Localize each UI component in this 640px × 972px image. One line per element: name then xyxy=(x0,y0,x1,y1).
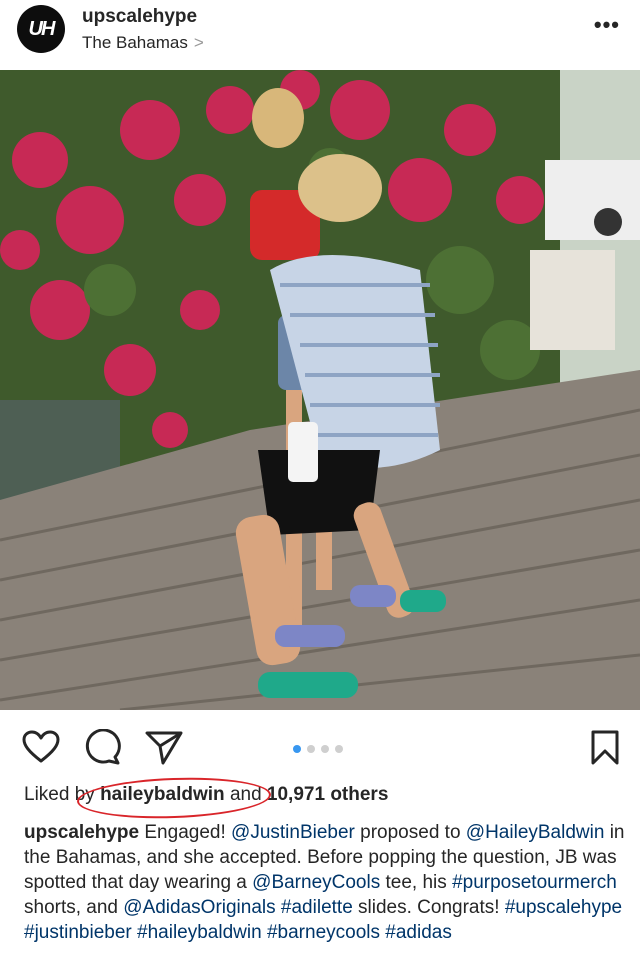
location-label: The Bahamas xyxy=(82,33,188,52)
caption-link[interactable]: #purposetourmerch xyxy=(452,872,617,893)
caption-username[interactable]: upscalehype xyxy=(24,822,139,843)
caption-segment: tee, his xyxy=(380,872,453,893)
caption-link[interactable]: @AdidasOriginals xyxy=(123,897,275,918)
caption-link[interactable]: #upscalehype xyxy=(505,897,622,918)
post-photo[interactable] xyxy=(0,70,640,710)
photo-illustration xyxy=(0,70,640,710)
post-location[interactable]: The Bahamas > xyxy=(82,33,204,53)
caption-link[interactable]: #adidas xyxy=(385,922,452,943)
carousel-dot[interactable] xyxy=(321,745,329,753)
share-icon[interactable] xyxy=(145,730,183,766)
likes-count[interactable]: 10,971 others xyxy=(267,784,388,805)
more-icon[interactable]: ••• xyxy=(594,12,620,38)
caption-link[interactable]: #justinbieber xyxy=(24,922,132,943)
avatar[interactable]: UH xyxy=(17,5,65,53)
caption-link[interactable]: @BarneyCools xyxy=(252,872,380,893)
caption-link[interactable]: #barneycools xyxy=(267,922,380,943)
carousel-dot-active[interactable] xyxy=(293,745,301,753)
carousel-dot[interactable] xyxy=(307,745,315,753)
bookmark-icon[interactable] xyxy=(590,730,620,766)
caption-link[interactable]: #adilette xyxy=(281,897,353,918)
post-header: UH upscalehype The Bahamas > ••• xyxy=(0,0,640,70)
post-username[interactable]: upscalehype xyxy=(82,6,197,28)
carousel-dot[interactable] xyxy=(335,745,343,753)
heart-icon[interactable] xyxy=(22,730,60,764)
caption-link[interactable]: @JustinBieber xyxy=(231,822,355,843)
comment-icon[interactable] xyxy=(84,729,122,765)
caption-segment: shorts, and xyxy=(24,897,124,918)
caption-segment: proposed to xyxy=(354,822,466,843)
post-caption: upscalehype Engaged! @JustinBieber propo… xyxy=(24,820,628,945)
caption-link[interactable]: #haileybaldwin xyxy=(137,922,262,943)
carousel-indicator xyxy=(293,745,343,753)
caption-segment: slides. Congrats! xyxy=(352,897,505,918)
chevron-right-icon: > xyxy=(193,33,204,52)
caption-link[interactable]: @HaileyBaldwin xyxy=(466,822,605,843)
caption-segment: Engaged! xyxy=(139,822,232,843)
